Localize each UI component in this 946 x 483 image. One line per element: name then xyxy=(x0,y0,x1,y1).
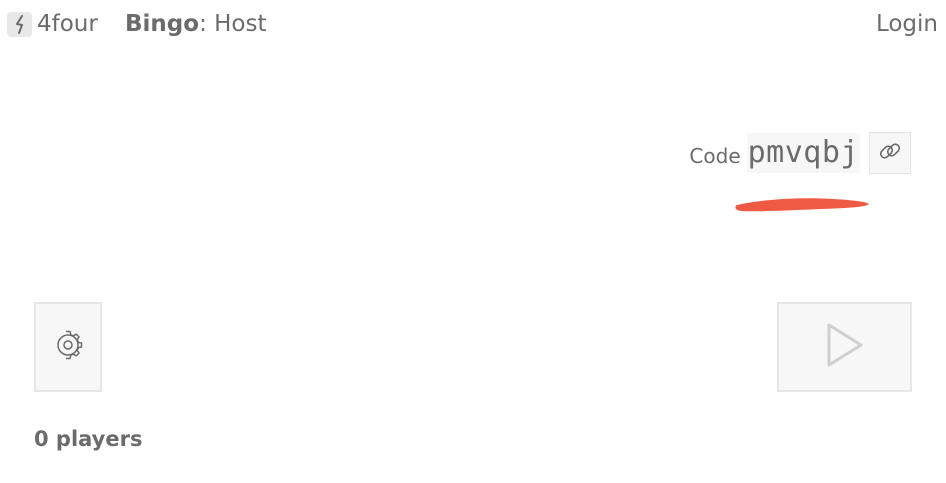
gear-icon xyxy=(53,330,83,364)
page-title-strong: Bingo xyxy=(125,11,200,37)
app-name[interactable]: 4four xyxy=(37,10,98,38)
page-title: Bingo: Host xyxy=(125,10,267,38)
players-count: 0 players xyxy=(34,427,143,451)
start-game-button[interactable] xyxy=(777,302,912,392)
play-icon xyxy=(824,321,866,373)
code-value: pmvqbj xyxy=(746,133,860,173)
logo-icon[interactable] xyxy=(7,12,32,37)
settings-button[interactable] xyxy=(34,302,102,392)
page-title-rest: : Host xyxy=(199,11,267,37)
login-link[interactable]: Login xyxy=(876,10,938,38)
link-icon xyxy=(876,137,904,169)
game-code-row: Code pmvqbj xyxy=(689,131,911,175)
annotation-underline xyxy=(735,198,869,212)
copy-link-button[interactable] xyxy=(869,132,911,174)
code-label: Code xyxy=(689,144,741,168)
